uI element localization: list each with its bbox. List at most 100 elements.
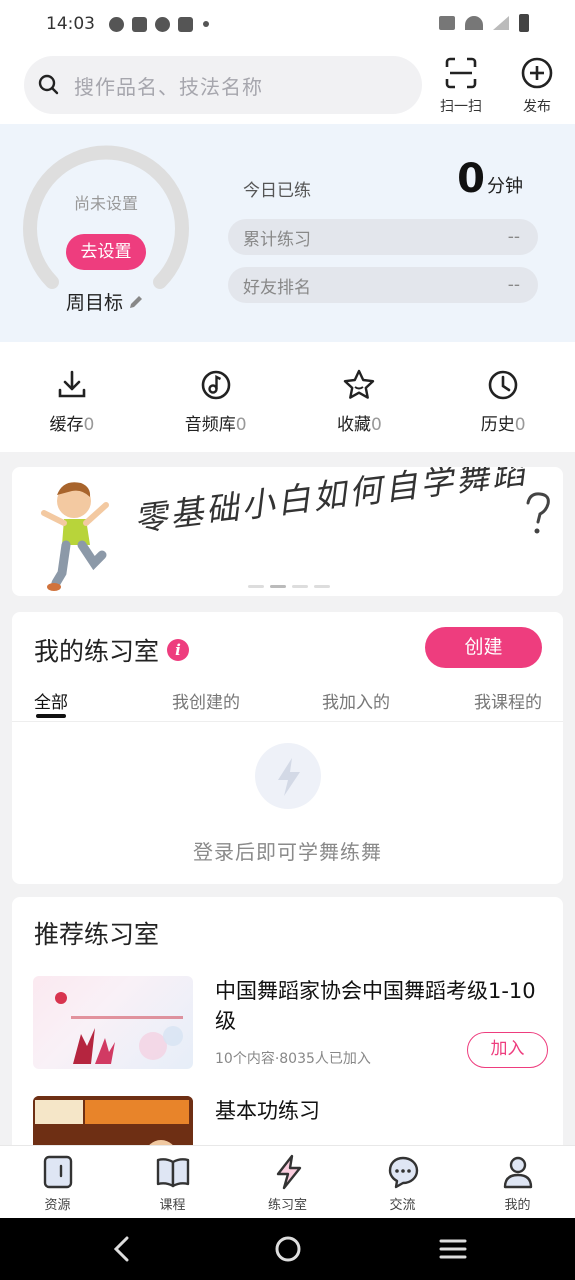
nav-profile[interactable]: 我的 (460, 1146, 575, 1218)
pagination-dot (248, 585, 264, 588)
practice-room-tabs: 全部 我创建的 我加入的 我课程的 (12, 682, 563, 722)
friends-rank-row[interactable]: 好友排名 -- (228, 267, 538, 303)
status-right-icons (439, 14, 529, 32)
scan-button[interactable]: 扫一扫 (431, 56, 491, 116)
dance-poster-image (55, 992, 183, 1064)
active-tab-indicator (36, 714, 66, 718)
question-mark-decoration (526, 492, 550, 534)
nav-resources[interactable]: 资源 (0, 1146, 115, 1218)
status-time: 14:03 (46, 14, 95, 34)
system-navigation-bar (0, 1218, 575, 1280)
recommended-item[interactable]: 中国舞蹈家协会中国舞蹈考级1-10级 10个内容·8035人已加入 加入 (33, 976, 548, 1071)
recommended-item-title: 中国舞蹈家协会中国舞蹈考级1-10级 (215, 979, 536, 1033)
pencil-icon (130, 295, 143, 308)
practice-room-title-row: 我的练习室 i (34, 632, 190, 668)
today-minutes: 0 (457, 156, 485, 202)
cache-label: 缓存 (49, 415, 84, 435)
tab-all[interactable]: 全部 (34, 688, 68, 713)
create-button[interactable]: 创建 (425, 627, 542, 668)
tab-joined[interactable]: 我加入的 (322, 688, 390, 713)
back-icon[interactable] (111, 1235, 133, 1263)
today-practiced-label: 今日已练 (243, 181, 311, 201)
weekly-goal-edit[interactable]: 周目标 (66, 288, 145, 315)
join-button[interactable]: 加入 (467, 1032, 548, 1068)
history-label: 历史 (480, 415, 515, 435)
promo-banner[interactable]: 零基础小白如何自学舞蹈 (12, 467, 563, 596)
resource-icon (43, 1155, 72, 1189)
cumulative-label: 累计练习 (243, 229, 311, 250)
status-bar: 14:03 (0, 0, 575, 48)
tab-courses[interactable]: 我课程的 (474, 688, 542, 713)
nav-practice-room[interactable]: 练习室 (230, 1146, 345, 1218)
book-icon (156, 1158, 189, 1188)
quick-cache[interactable]: 缓存0 (0, 342, 144, 452)
quick-history[interactable]: 历史0 (431, 342, 575, 452)
mail-status-icon (132, 16, 147, 32)
nav-profile-label: 我的 (504, 1198, 531, 1213)
top-bar: 搜作品名、技法名称 扫一扫 发布 (0, 48, 575, 124)
search-placeholder: 搜作品名、技法名称 (74, 74, 263, 99)
person-icon (503, 1156, 532, 1189)
pagination-dot (270, 585, 286, 588)
check-status-icon (155, 16, 170, 32)
cumulative-value: -- (507, 227, 520, 247)
recommended-item-title: 基本功练习 (215, 1099, 320, 1123)
goto-settings-button[interactable]: 去设置 (66, 234, 146, 270)
quick-audio-library[interactable]: 音频库0 (144, 342, 288, 452)
chat-icon (388, 1156, 418, 1189)
signal-icon (493, 16, 509, 30)
friends-rank-value: -- (507, 275, 520, 295)
banner-title: 零基础小白如何自学舞蹈 (131, 467, 530, 539)
quick-links: 缓存0 音频库0 收藏0 历史0 (0, 342, 575, 452)
my-practice-room-card: 我的练习室 i 创建 全部 我创建的 我加入的 我课程的 登录后即可学舞练舞 (12, 612, 563, 884)
nav-community-label: 交流 (389, 1198, 416, 1213)
today-unit: 分钟 (487, 176, 523, 197)
tab-created[interactable]: 我创建的 (172, 688, 240, 713)
settings-status-icon (109, 16, 124, 32)
recommended-rooms-card: 推荐练习室 中国舞蹈家协会中国舞蹈考级1-10级 10个内容·8035人已加入 … (12, 897, 563, 1157)
practice-stats-panel: 尚未设置 去设置 周目标 今日已练 0 分钟 累计练习 -- 好友排名 -- (0, 124, 575, 342)
search-icon (38, 74, 59, 95)
recent-apps-icon[interactable] (439, 1237, 467, 1261)
clock-icon (488, 370, 518, 400)
banner-pagination (248, 585, 330, 588)
nav-resources-label: 资源 (44, 1198, 71, 1213)
star-icon (344, 369, 375, 399)
nav-courses-label: 课程 (159, 1198, 186, 1213)
recommended-thumbnail (33, 976, 193, 1069)
music-disc-icon (201, 370, 230, 400)
download-icon (58, 370, 86, 398)
nav-community[interactable]: 交流 (345, 1146, 460, 1218)
empty-lightning-icon (255, 743, 321, 809)
lightning-icon (276, 1154, 301, 1190)
bottom-navigation: 资源 课程 练习室 交流 我的 (0, 1145, 575, 1218)
home-icon[interactable] (274, 1235, 302, 1263)
quick-favorites[interactable]: 收藏0 (288, 342, 432, 452)
search-input[interactable]: 搜作品名、技法名称 (24, 56, 422, 114)
friends-rank-label: 好友排名 (243, 277, 311, 298)
empty-state-text: 登录后即可学舞练舞 (193, 840, 382, 864)
battery-icon (519, 14, 529, 32)
today-practiced-value: 0 分钟 (457, 156, 523, 202)
cumulative-practice-row[interactable]: 累计练习 -- (228, 219, 538, 255)
cache-count: 0 (83, 415, 95, 435)
info-icon[interactable]: i (167, 639, 190, 661)
plus-circle-icon (521, 57, 553, 89)
practice-room-title: 我的练习室 (34, 637, 160, 666)
nav-practice-room-label: 练习室 (267, 1198, 307, 1213)
audio-library-count: 0 (235, 415, 247, 435)
goal-status-text: 尚未设置 (73, 194, 138, 213)
app-status-icon (178, 16, 193, 32)
recommended-item-meta: 10个内容·8035人已加入 (215, 1051, 371, 1067)
scan-icon (445, 57, 477, 89)
pagination-dot (314, 585, 330, 588)
publish-button[interactable]: 发布 (507, 56, 567, 116)
audio-library-label: 音频库 (184, 415, 236, 435)
cartoon-dancer-illustration (41, 482, 109, 591)
nav-courses[interactable]: 课程 (115, 1146, 230, 1218)
publish-label: 发布 (523, 99, 551, 115)
favorites-count: 0 (370, 415, 382, 435)
vibrate-icon (439, 16, 455, 30)
favorites-label: 收藏 (336, 415, 371, 435)
recommended-title: 推荐练习室 (34, 920, 160, 949)
